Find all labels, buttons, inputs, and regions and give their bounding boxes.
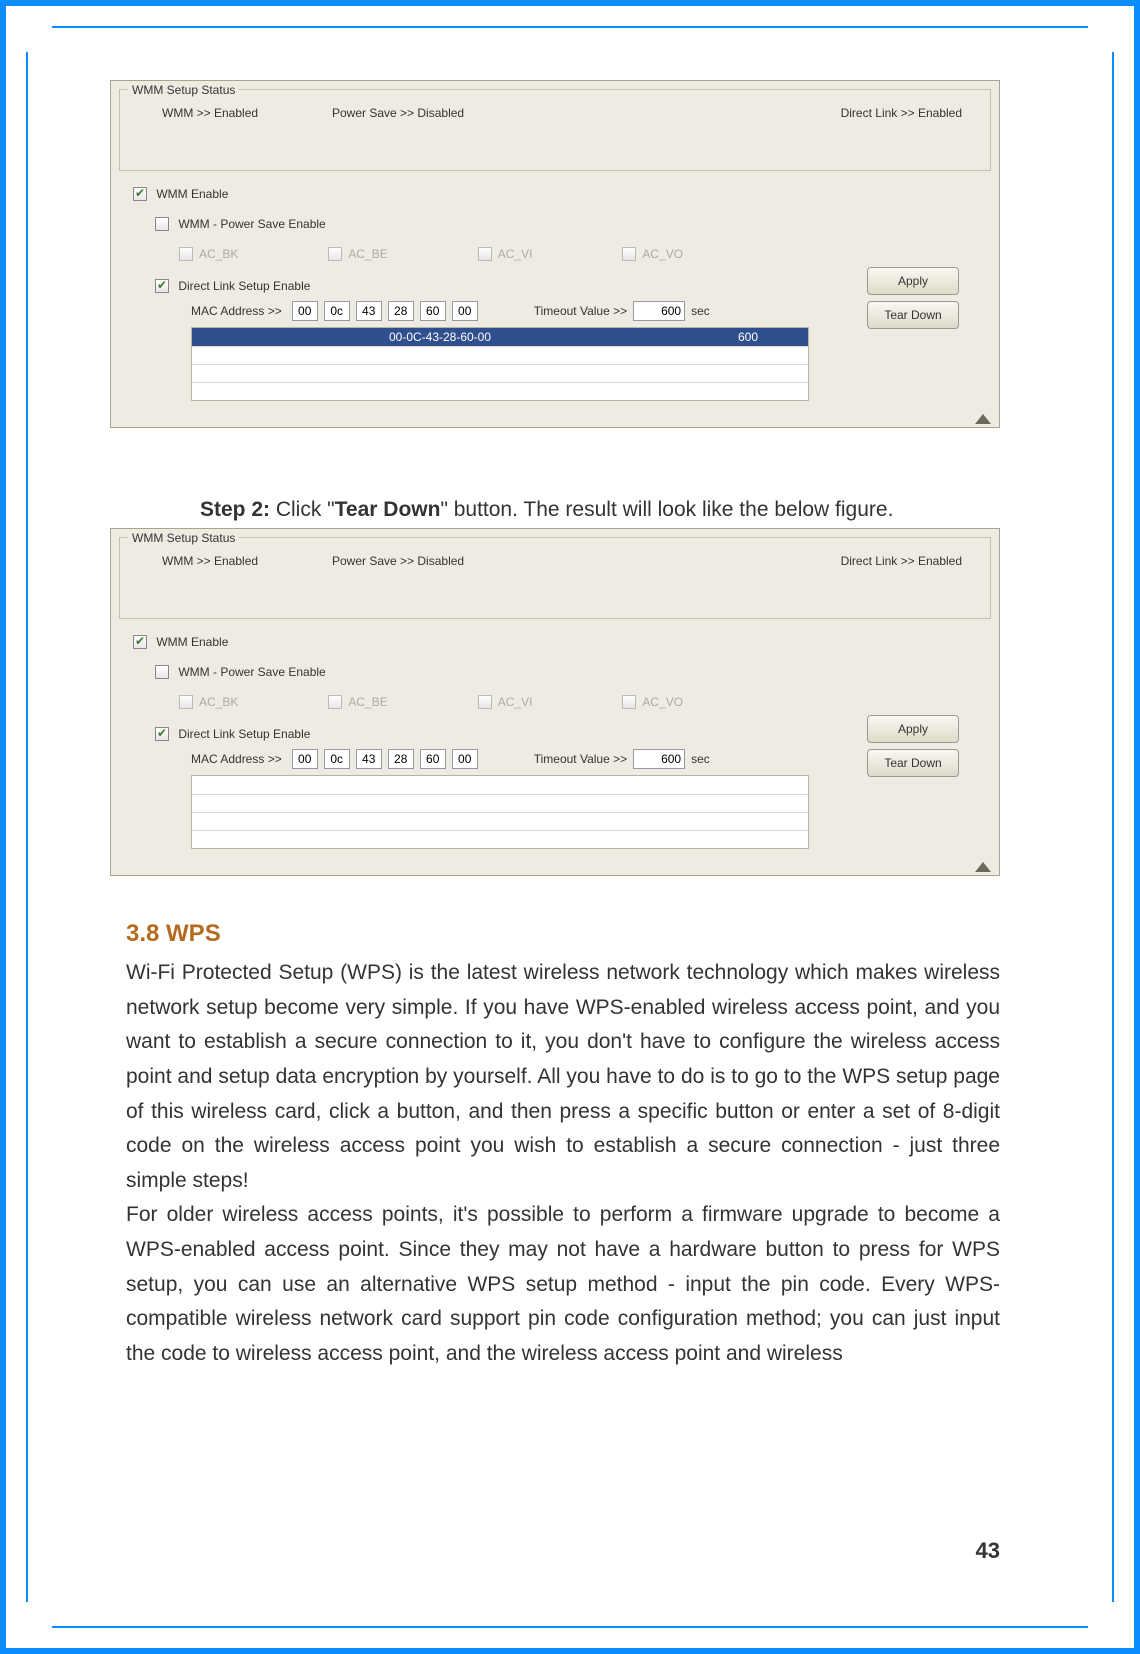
wmm-ps-label: WMM - Power Save Enable [178,665,325,679]
ac-vi-checkbox [478,695,492,709]
wmm-status-legend: WMM Setup Status [128,83,239,97]
dls-label: Direct Link Setup Enable [178,279,310,293]
mac-input-6[interactable] [452,301,478,321]
wmm-ps-checkbox[interactable] [155,217,169,231]
mac-input-5[interactable] [420,749,446,769]
table-timeout-cell: 600 [688,328,808,346]
dls-table[interactable]: 00-0C-43-28-60-00 600 [191,327,809,401]
mac-input-2[interactable] [324,749,350,769]
wmm-enable-checkbox[interactable] [133,635,147,649]
ac-vo-label: AC_VO [642,695,683,709]
table-row[interactable]: 00-0C-43-28-60-00 600 [192,328,808,346]
dls-label: Direct Link Setup Enable [178,727,310,741]
mac-label: MAC Address >> [191,752,282,766]
wmm-enable-label: WMM Enable [156,187,228,201]
table-row [192,346,808,364]
table-row [192,776,808,794]
status-power-save: Power Save >> Disabled [332,106,652,120]
step2-text: Step 2: Click "Tear Down" button. The re… [200,498,1080,522]
wmm-enable-checkbox[interactable] [133,187,147,201]
ac-be-checkbox [328,247,342,261]
wmm-enable-label: WMM Enable [156,635,228,649]
table-mac-cell: 00-0C-43-28-60-00 [192,328,688,346]
mac-input-3[interactable] [356,301,382,321]
table-row [192,382,808,400]
table-row [192,830,808,848]
wmm-panel-before: WMM Setup Status WMM >> Enabled Power Sa… [110,80,1000,428]
dls-checkbox[interactable] [155,279,169,293]
table-row [192,794,808,812]
status-power-save: Power Save >> Disabled [332,554,652,568]
tear-down-button[interactable]: Tear Down [867,301,959,329]
wps-paragraph-2: For older wireless access points, it's p… [126,1198,1000,1371]
ac-vo-checkbox [622,695,636,709]
wmm-panel-after: WMM Setup Status WMM >> Enabled Power Sa… [110,528,1000,876]
section-heading-wps: 3.8 WPS [126,920,1080,948]
wmm-status-legend: WMM Setup Status [128,531,239,545]
dls-checkbox[interactable] [155,727,169,741]
ac-vi-checkbox [478,247,492,261]
ac-be-label: AC_BE [348,247,387,261]
ac-be-checkbox [328,695,342,709]
table-row [192,812,808,830]
ac-bk-label: AC_BK [199,247,238,261]
page-number: 43 [976,1538,1000,1564]
tear-down-button[interactable]: Tear Down [867,749,959,777]
dls-table[interactable] [191,775,809,849]
wmm-ps-label: WMM - Power Save Enable [178,217,325,231]
ac-bk-checkbox [179,247,193,261]
timeout-unit: sec [691,752,710,766]
ac-vo-label: AC_VO [642,247,683,261]
timeout-label: Timeout Value >> [534,752,627,766]
status-direct-link: Direct Link >> Enabled [841,106,982,120]
timeout-input[interactable] [633,301,685,321]
timeout-input[interactable] [633,749,685,769]
expand-up-icon[interactable] [975,414,991,424]
timeout-label: Timeout Value >> [534,304,627,318]
status-direct-link: Direct Link >> Enabled [841,554,982,568]
mac-label: MAC Address >> [191,304,282,318]
mac-input-4[interactable] [388,749,414,769]
wps-paragraph-1: Wi-Fi Protected Setup (WPS) is the lates… [126,956,1000,1198]
mac-input-5[interactable] [420,301,446,321]
table-row [192,364,808,382]
ac-vi-label: AC_VI [498,695,533,709]
mac-input-1[interactable] [292,749,318,769]
apply-button[interactable]: Apply [867,267,959,295]
expand-up-icon[interactable] [975,862,991,872]
mac-input-2[interactable] [324,301,350,321]
ac-bk-checkbox [179,695,193,709]
mac-input-1[interactable] [292,301,318,321]
mac-input-3[interactable] [356,749,382,769]
apply-button[interactable]: Apply [867,715,959,743]
wmm-ps-checkbox[interactable] [155,665,169,679]
ac-bk-label: AC_BK [199,695,238,709]
ac-be-label: AC_BE [348,695,387,709]
ac-vo-checkbox [622,247,636,261]
status-wmm: WMM >> Enabled [162,554,332,568]
mac-input-4[interactable] [388,301,414,321]
mac-input-6[interactable] [452,749,478,769]
ac-vi-label: AC_VI [498,247,533,261]
timeout-unit: sec [691,304,710,318]
status-wmm: WMM >> Enabled [162,106,332,120]
